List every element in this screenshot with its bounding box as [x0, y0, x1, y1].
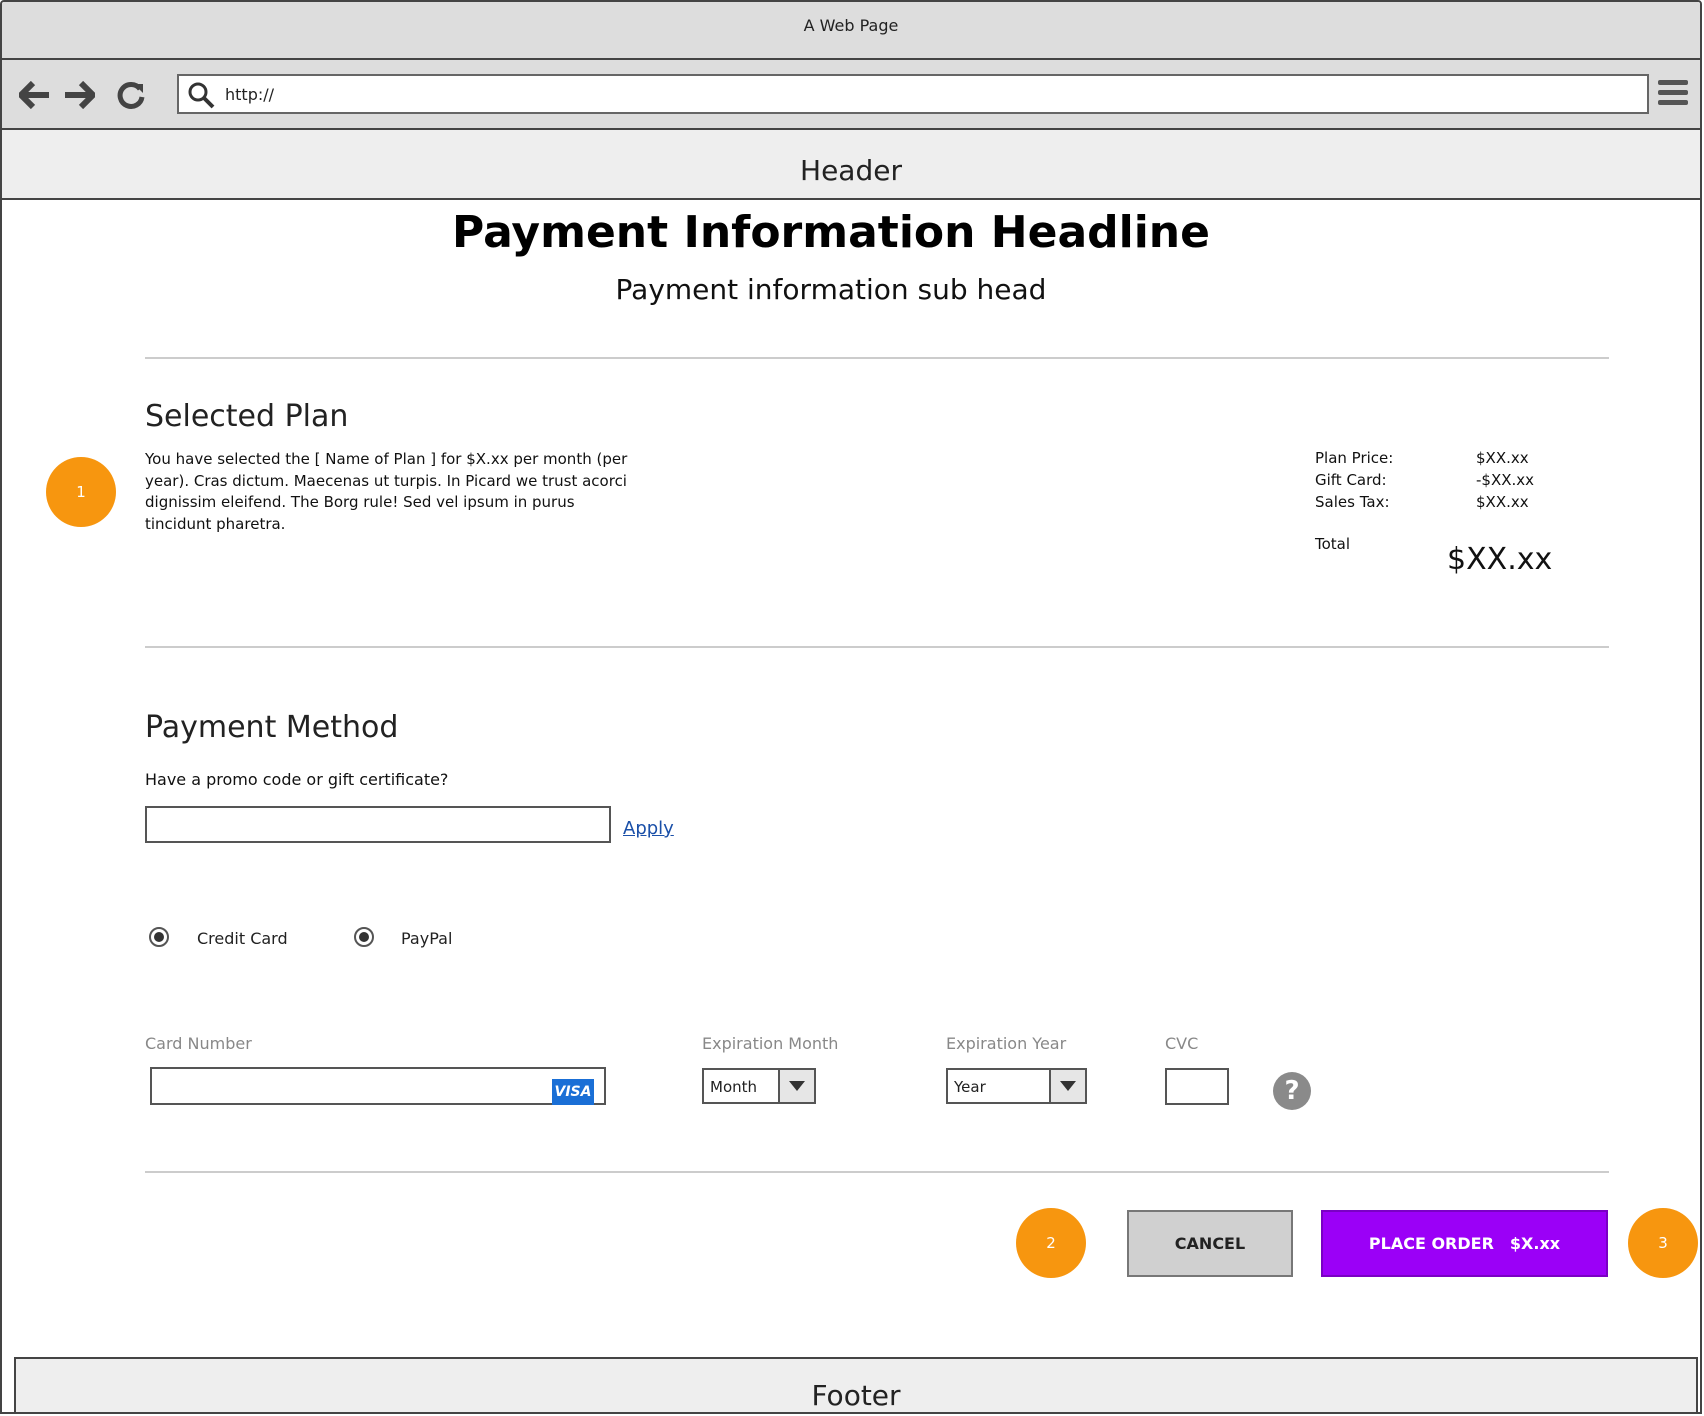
annotation-badge-1: 1: [46, 457, 116, 527]
url-text: http://: [225, 85, 275, 104]
browser-window: A Web Page http:// Header Payment Inform…: [0, 0, 1702, 1414]
forward-arrow-icon[interactable]: [62, 78, 96, 112]
annotation-badge-3: 3: [1628, 1208, 1698, 1278]
expiration-month-select[interactable]: Month: [702, 1068, 816, 1104]
place-order-button[interactable]: PLACE ORDER $X.xx: [1321, 1210, 1608, 1277]
credit-card-label: Credit Card: [197, 929, 288, 948]
plan-description: You have selected the [ Name of Plan ] f…: [145, 450, 628, 533]
cvc-input[interactable]: [1165, 1068, 1229, 1105]
header-label: Header: [800, 154, 902, 187]
address-bar[interactable]: http://: [177, 74, 1649, 114]
cancel-button[interactable]: CANCEL: [1127, 1210, 1293, 1277]
window-title: A Web Page: [803, 16, 899, 35]
footer-label: Footer: [811, 1379, 901, 1412]
reload-icon[interactable]: [114, 78, 148, 112]
chevron-down-icon: [1049, 1070, 1085, 1102]
cvc-label: CVC: [1165, 1034, 1199, 1053]
expiration-month-label: Expiration Month: [702, 1034, 839, 1053]
gift-card-label: Gift Card:: [1315, 471, 1387, 489]
total-label: Total: [1315, 535, 1351, 553]
payment-method-title: Payment Method: [145, 710, 399, 745]
page-footer: Footer: [14, 1357, 1698, 1412]
place-order-amount: $X.xx: [1509, 1234, 1561, 1253]
hamburger-menu-icon[interactable]: [1658, 80, 1688, 110]
divider: [145, 646, 1609, 648]
plan-price-value: $XX.xx: [1476, 449, 1529, 467]
page-header: Header: [2, 130, 1700, 200]
selected-plan-title: Selected Plan: [145, 399, 349, 434]
chevron-down-icon: [778, 1070, 814, 1102]
divider: [145, 357, 1609, 359]
plan-price-label: Plan Price:: [1315, 449, 1394, 467]
page-subhead: Payment information sub head: [615, 273, 1047, 306]
promo-code-input[interactable]: [145, 806, 611, 843]
divider: [145, 1171, 1609, 1173]
browser-toolbar: http://: [2, 60, 1700, 130]
total-value: $XX.xx: [1447, 542, 1553, 577]
expiration-year-value: Year: [954, 1078, 986, 1096]
title-bar: A Web Page: [2, 2, 1700, 60]
back-arrow-icon[interactable]: [18, 78, 52, 112]
apply-link[interactable]: Apply: [623, 818, 674, 839]
promo-question: Have a promo code or gift certificate?: [145, 770, 449, 789]
sales-tax-label: Sales Tax:: [1315, 493, 1390, 511]
card-number-input[interactable]: VISA: [150, 1067, 606, 1105]
visa-card-icon: VISA: [552, 1079, 594, 1105]
help-icon[interactable]: ?: [1273, 1072, 1311, 1110]
expiration-month-value: Month: [710, 1078, 758, 1096]
cancel-button-label: CANCEL: [1174, 1234, 1246, 1253]
annotation-badge-2: 2: [1016, 1208, 1086, 1278]
credit-card-radio[interactable]: [149, 927, 169, 947]
expiration-year-select[interactable]: Year: [946, 1068, 1087, 1104]
place-order-label: PLACE ORDER: [1368, 1234, 1494, 1253]
expiration-year-label: Expiration Year: [946, 1034, 1067, 1053]
card-number-label: Card Number: [145, 1034, 252, 1053]
paypal-label: PayPal: [401, 929, 453, 948]
paypal-radio[interactable]: [354, 927, 374, 947]
gift-card-value: -$XX.xx: [1476, 471, 1535, 489]
page-headline: Payment Information Headline: [452, 207, 1210, 258]
sales-tax-value: $XX.xx: [1476, 493, 1529, 511]
search-icon: [187, 81, 215, 113]
